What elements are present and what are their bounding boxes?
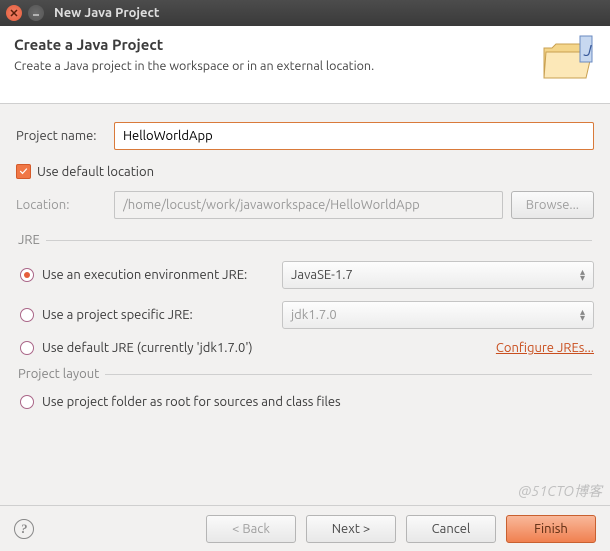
back-button[interactable]: < Back (206, 515, 296, 543)
chevron-updown-icon: ▴▾ (580, 269, 585, 281)
project-name-label: Project name: (16, 129, 106, 143)
window-title: New Java Project (54, 6, 160, 20)
jre-project-specific-radio[interactable] (20, 308, 34, 322)
dialog-footer: ? < Back Next > Cancel Finish (0, 505, 610, 551)
project-layout-legend: Project layout (18, 367, 99, 381)
finish-button[interactable]: Finish (506, 515, 596, 543)
next-button[interactable]: Next > (306, 515, 396, 543)
layout-root-folder-radio[interactable] (20, 395, 34, 409)
browse-button[interactable]: Browse... (511, 191, 594, 219)
cancel-button[interactable]: Cancel (406, 515, 496, 543)
svg-text:J: J (583, 42, 592, 60)
layout-root-folder-label: Use project folder as root for sources a… (42, 395, 341, 409)
use-default-location-label: Use default location (37, 165, 154, 179)
folder-java-icon: J (542, 34, 598, 87)
close-window-button[interactable] (6, 5, 22, 21)
titlebar: New Java Project (0, 0, 610, 26)
jre-execution-env-radio[interactable] (20, 268, 34, 282)
jre-default-label: Use default JRE (currently 'jdk1.7.0') (42, 341, 253, 355)
header-subtitle: Create a Java project in the workspace o… (14, 59, 596, 73)
jre-project-specific-label: Use a project specific JRE: (42, 308, 274, 322)
dialog-header: Create a Java Project Create a Java proj… (0, 26, 610, 104)
help-icon[interactable]: ? (14, 519, 34, 539)
watermark: @51CTO博客 (518, 481, 602, 501)
configure-jres-link[interactable]: Configure JREs... (496, 341, 594, 355)
jre-default-radio[interactable] (20, 341, 34, 355)
jre-fieldset: JRE Use an execution environment JRE: Ja… (16, 233, 594, 355)
jre-execution-env-label: Use an execution environment JRE: (42, 268, 274, 282)
dialog-content: Project name: Use default location Locat… (0, 104, 610, 409)
use-default-location-checkbox[interactable] (16, 164, 31, 179)
minimize-window-button[interactable] (28, 5, 44, 21)
jre-legend: JRE (18, 233, 40, 247)
chevron-updown-icon: ▴▾ (580, 309, 585, 321)
location-label: Location: (16, 198, 106, 212)
location-input (114, 191, 503, 219)
project-name-input[interactable] (114, 122, 594, 150)
jre-project-specific-combo: jdk1.7.0 ▴▾ (282, 301, 594, 329)
jre-execution-env-combo[interactable]: JavaSE-1.7 ▴▾ (282, 261, 594, 289)
header-title: Create a Java Project (14, 36, 596, 53)
project-layout-fieldset: Project layout Use project folder as roo… (16, 367, 594, 409)
